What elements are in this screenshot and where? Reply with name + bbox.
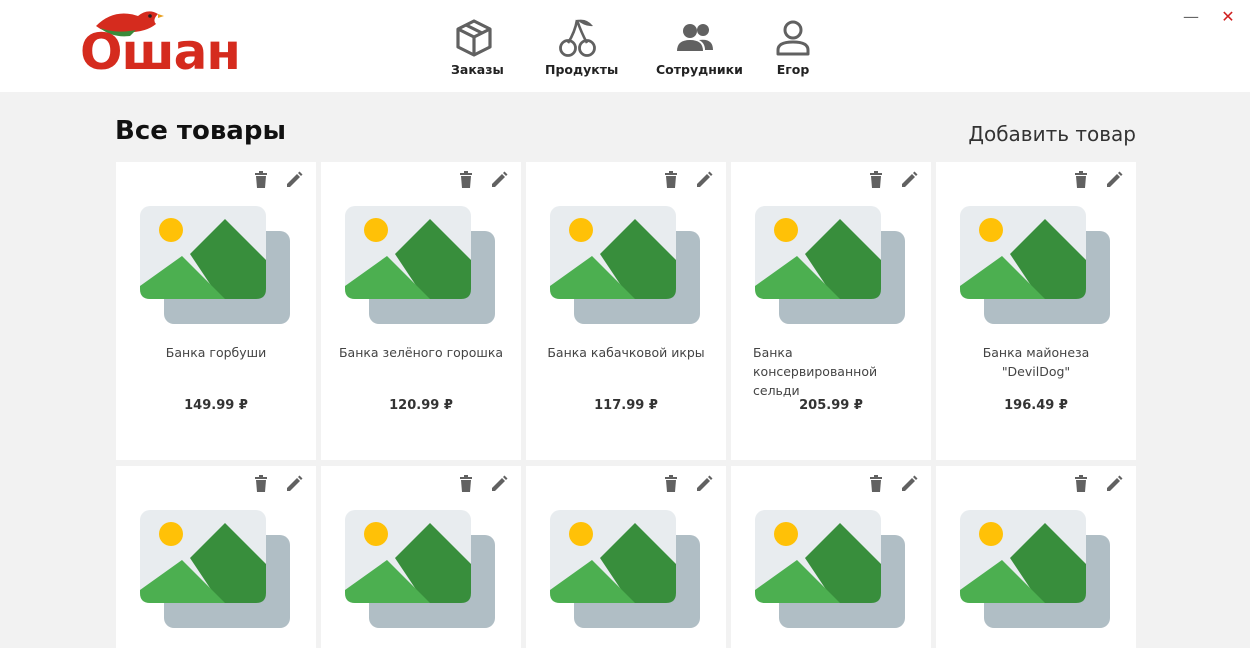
edit-icon[interactable] xyxy=(899,170,919,190)
product-price: 196.49 ₽ xyxy=(1004,398,1068,413)
product-name: Банка кабачковой икры xyxy=(547,345,705,360)
product-card[interactable]: Банка зелёного горошка 120.99 ₽ xyxy=(321,162,521,460)
image-placeholder-icon xyxy=(960,510,1110,628)
product-price: 149.99 ₽ xyxy=(184,398,248,413)
image-placeholder-icon xyxy=(140,206,290,324)
image-placeholder-icon xyxy=(550,510,700,628)
image-placeholder-icon xyxy=(345,206,495,324)
product-card[interactable] xyxy=(116,466,316,648)
card-actions xyxy=(448,170,509,190)
delete-icon[interactable] xyxy=(661,170,681,190)
close-button[interactable]: ✕ xyxy=(1214,4,1242,30)
image-placeholder-icon xyxy=(140,510,290,628)
top-bar: Ошан Заказы Продукты Сотрудники Егор — ✕ xyxy=(0,0,1250,92)
edit-icon[interactable] xyxy=(899,474,919,494)
edit-icon[interactable] xyxy=(694,170,714,190)
product-card[interactable]: Банка майонеза "DevilDog" 196.49 ₽ xyxy=(936,162,1136,460)
edit-icon[interactable] xyxy=(284,170,304,190)
product-name: Банка майонеза "DevilDog" xyxy=(982,345,1090,379)
nav-employees[interactable]: Сотрудники xyxy=(656,18,743,77)
delete-icon[interactable] xyxy=(251,170,271,190)
users-icon xyxy=(677,24,713,51)
card-actions xyxy=(858,474,919,494)
product-price: 120.99 ₽ xyxy=(389,398,453,413)
card-actions xyxy=(653,474,714,494)
edit-icon[interactable] xyxy=(1104,474,1124,494)
user-icon xyxy=(776,20,810,56)
card-actions xyxy=(243,474,304,494)
product-card[interactable]: Банка кабачковой икры 117.99 ₽ xyxy=(526,162,726,460)
card-actions xyxy=(448,474,509,494)
delete-icon[interactable] xyxy=(251,474,271,494)
logo-text: Ошан xyxy=(80,23,241,81)
product-card[interactable] xyxy=(526,466,726,648)
product-price: 117.99 ₽ xyxy=(594,398,658,413)
product-price: 205.99 ₽ xyxy=(799,398,863,413)
card-actions xyxy=(1063,474,1124,494)
delete-icon[interactable] xyxy=(866,170,886,190)
product-name: Банка горбуши xyxy=(165,345,267,360)
nav-orders[interactable]: Заказы xyxy=(451,18,504,77)
delete-icon[interactable] xyxy=(661,474,681,494)
delete-icon[interactable] xyxy=(866,474,886,494)
card-actions xyxy=(858,170,919,190)
delete-icon[interactable] xyxy=(456,474,476,494)
page-title: Все товары xyxy=(115,116,286,146)
card-actions xyxy=(653,170,714,190)
product-card[interactable] xyxy=(321,466,521,648)
nav-profile[interactable]: Егор xyxy=(774,18,812,77)
product-card[interactable] xyxy=(731,466,931,648)
nav-orders-label: Заказы xyxy=(451,62,504,77)
cherry-icon xyxy=(559,19,596,57)
delete-icon[interactable] xyxy=(1071,170,1091,190)
product-card[interactable]: Банка консервированной сельди 205.99 ₽ xyxy=(731,162,931,460)
nav-employees-label: Сотрудники xyxy=(656,62,743,77)
image-placeholder-icon xyxy=(345,510,495,628)
delete-icon[interactable] xyxy=(1071,474,1091,494)
product-card[interactable] xyxy=(936,466,1136,648)
product-name: Банка зелёного горошка xyxy=(338,345,504,360)
edit-icon[interactable] xyxy=(489,170,509,190)
add-product-link[interactable]: Добавить товар xyxy=(968,122,1136,146)
nav-profile-label: Егор xyxy=(776,62,810,77)
delete-icon[interactable] xyxy=(456,170,476,190)
image-placeholder-icon xyxy=(755,206,905,324)
card-actions xyxy=(243,170,304,190)
card-actions xyxy=(1063,170,1124,190)
logo: Ошан xyxy=(78,4,278,82)
image-placeholder-icon xyxy=(755,510,905,628)
nav-products[interactable]: Продукты xyxy=(545,18,619,77)
product-name: Банка консервированной сельди xyxy=(753,345,878,398)
product-card[interactable]: Банка горбуши 149.99 ₽ xyxy=(116,162,316,460)
image-placeholder-icon xyxy=(550,206,700,324)
image-placeholder-icon xyxy=(960,206,1110,324)
edit-icon[interactable] xyxy=(489,474,509,494)
edit-icon[interactable] xyxy=(694,474,714,494)
edit-icon[interactable] xyxy=(284,474,304,494)
box-icon xyxy=(456,19,492,57)
minimize-button[interactable]: — xyxy=(1177,4,1205,30)
edit-icon[interactable] xyxy=(1104,170,1124,190)
nav-products-label: Продукты xyxy=(545,62,619,77)
